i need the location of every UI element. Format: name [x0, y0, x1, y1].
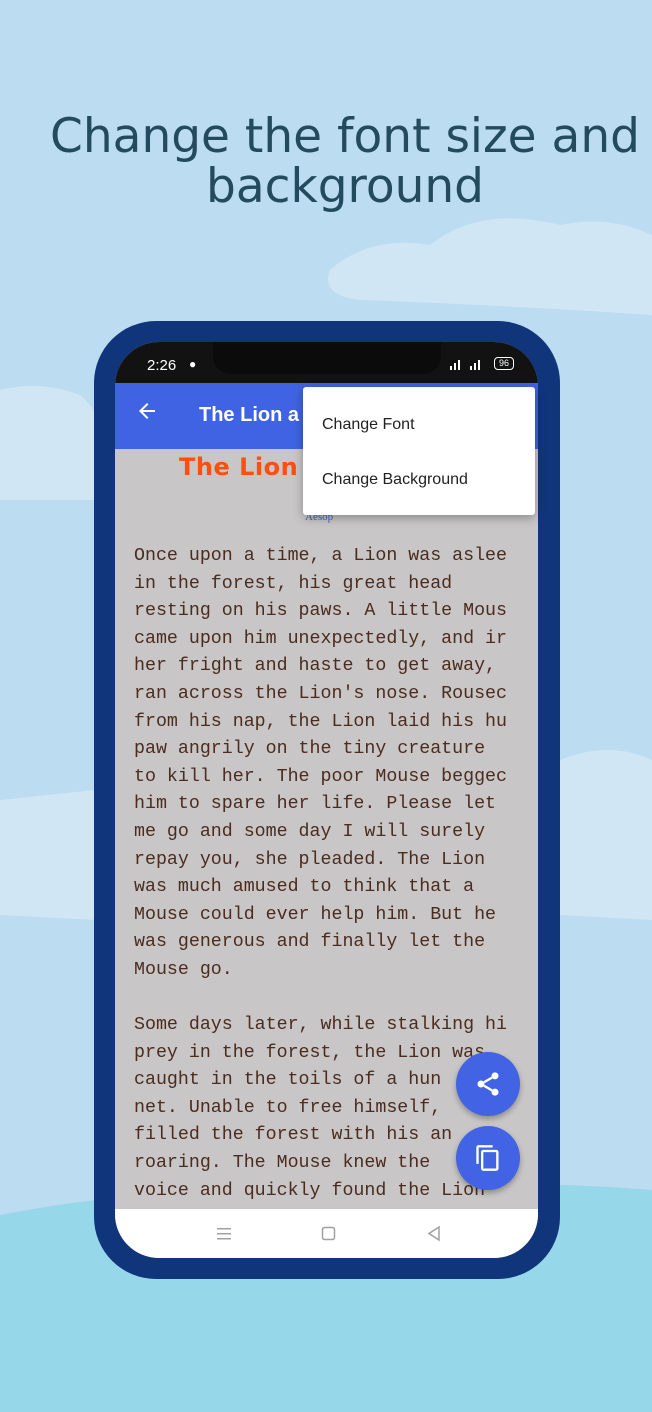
- copy-icon: [476, 1145, 499, 1171]
- system-nav-bar: [115, 1209, 538, 1258]
- status-time: 2:26: [147, 357, 177, 374]
- app-bar-title: The Lion a: [199, 404, 299, 426]
- camera-notch: [213, 342, 441, 374]
- overflow-menu: Change Font Change Background: [303, 387, 535, 515]
- share-icon: [477, 1072, 499, 1096]
- triangle-back-icon[interactable]: [425, 1223, 443, 1243]
- headline-line-1: Change the font size and: [50, 109, 640, 164]
- menu-icon[interactable]: [215, 1223, 233, 1243]
- status-right: 96: [448, 357, 514, 370]
- menu-item-change-font[interactable]: Change Font: [322, 416, 415, 434]
- menu-item-change-background[interactable]: Change Background: [322, 471, 468, 489]
- headline: Change the font size and background: [40, 112, 650, 212]
- signal-icon: [449, 359, 480, 370]
- copy-button[interactable]: [456, 1126, 520, 1190]
- square-icon[interactable]: [320, 1223, 338, 1243]
- arrow-left-icon[interactable]: [135, 399, 159, 423]
- share-button[interactable]: [456, 1052, 520, 1116]
- chat-notification-icon: ●: [189, 357, 197, 371]
- battery-icon: 96: [493, 357, 514, 370]
- headline-line-2: background: [206, 159, 484, 214]
